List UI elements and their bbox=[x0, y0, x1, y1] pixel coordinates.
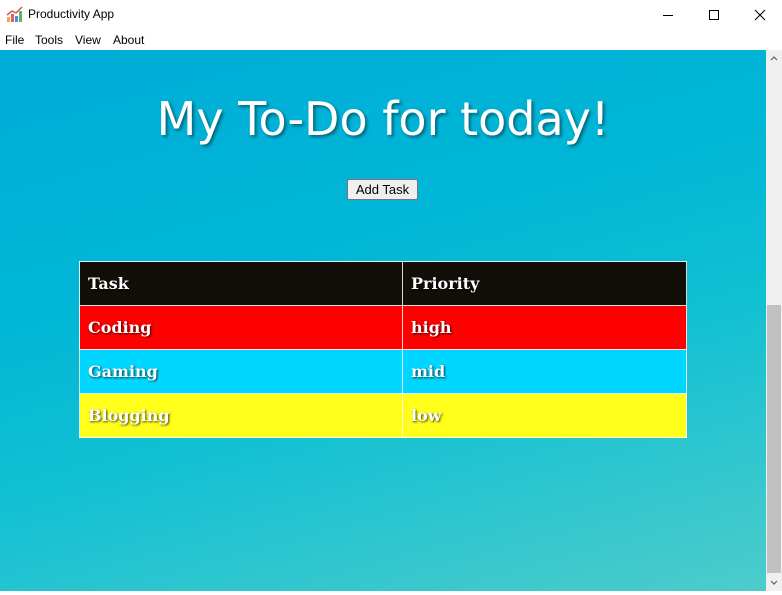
priority-cell: high bbox=[402, 305, 687, 350]
task-cell: Coding bbox=[79, 305, 403, 350]
chart-app-icon bbox=[6, 6, 23, 22]
priority-cell: mid bbox=[402, 349, 687, 394]
table-row: Gaming mid bbox=[79, 349, 687, 394]
task-cell: Blogging bbox=[79, 393, 403, 438]
page-title: My To-Do for today! bbox=[156, 92, 610, 146]
minimize-button[interactable] bbox=[645, 0, 691, 30]
main-content: My To-Do for today! Add Task Task Priori… bbox=[0, 50, 766, 591]
header-priority: Priority bbox=[402, 261, 687, 306]
scroll-down-button[interactable] bbox=[766, 574, 782, 591]
menu-tools[interactable]: Tools bbox=[35, 33, 63, 47]
table-row: Coding high bbox=[79, 305, 687, 350]
table-header-row: Task Priority bbox=[79, 261, 687, 306]
priority-cell: low bbox=[402, 393, 687, 438]
maximize-button[interactable] bbox=[691, 0, 737, 30]
add-task-button[interactable]: Add Task bbox=[347, 179, 418, 200]
close-button[interactable] bbox=[737, 0, 782, 30]
maximize-icon bbox=[709, 10, 719, 20]
menu-about[interactable]: About bbox=[113, 33, 144, 47]
chevron-down-icon bbox=[770, 580, 778, 585]
vertical-scrollbar[interactable] bbox=[766, 50, 782, 591]
task-cell: Gaming bbox=[79, 349, 403, 394]
close-icon bbox=[754, 9, 766, 21]
menu-file[interactable]: File bbox=[5, 33, 24, 47]
header-task: Task bbox=[79, 261, 403, 306]
scroll-thumb[interactable] bbox=[767, 305, 781, 573]
chevron-up-icon bbox=[770, 56, 778, 61]
menu-bar: File Tools View About bbox=[0, 30, 782, 50]
task-table: Task Priority Coding high Gaming mid Blo… bbox=[79, 261, 687, 438]
scroll-up-button[interactable] bbox=[766, 50, 782, 67]
table-row: Blogging low bbox=[79, 393, 687, 438]
menu-view[interactable]: View bbox=[75, 33, 101, 47]
title-bar: Productivity App bbox=[0, 0, 782, 30]
minimize-icon bbox=[663, 15, 673, 16]
window-title: Productivity App bbox=[28, 7, 115, 21]
